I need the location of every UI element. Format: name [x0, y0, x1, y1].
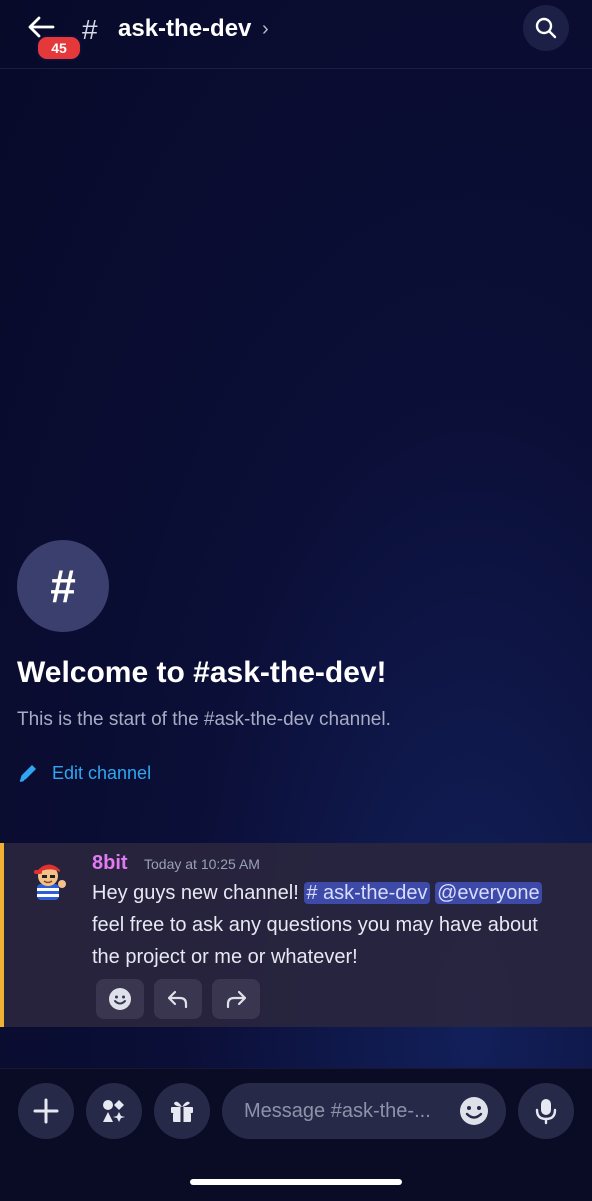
reply-button[interactable]: [154, 979, 202, 1019]
channel-header: 45 # ask-the-dev ›: [0, 0, 592, 69]
plus-icon: [33, 1098, 59, 1124]
message-content: Hey guys new channel! # ask-the-dev @eve…: [92, 877, 562, 973]
message-input-placeholder: Message #ask-the-...: [244, 1100, 431, 1122]
add-reaction-icon: [109, 988, 131, 1010]
microphone-icon: [535, 1099, 557, 1125]
voice-message-button[interactable]: [518, 1083, 574, 1139]
welcome-subtitle: This is the start of the #ask-the-dev ch…: [17, 709, 391, 730]
hash-icon: #: [50, 560, 76, 612]
reply-icon: [167, 990, 188, 1009]
channel-title[interactable]: ask-the-dev: [118, 15, 251, 43]
message-input[interactable]: Message #ask-the-...: [222, 1083, 506, 1139]
channel-mention[interactable]: # ask-the-dev: [304, 882, 430, 904]
forward-button[interactable]: [212, 979, 260, 1019]
gift-icon: [171, 1101, 193, 1122]
apps-icon: [103, 1100, 125, 1122]
unread-badge: 45: [36, 35, 82, 61]
avatar[interactable]: [24, 856, 72, 904]
add-attachment-button[interactable]: [18, 1083, 74, 1139]
channel-hash-icon: #: [82, 14, 98, 45]
user-mention[interactable]: @everyone: [435, 882, 542, 904]
add-reaction-button[interactable]: [96, 979, 144, 1019]
message-author[interactable]: 8bit: [92, 852, 128, 875]
message-timestamp: Today at 10:25 AM: [144, 856, 260, 872]
pencil-icon: [19, 765, 36, 782]
search-icon: [535, 17, 557, 39]
welcome-title: Welcome to #ask-the-dev!: [17, 656, 387, 689]
emoji-icon[interactable]: [458, 1095, 490, 1127]
gift-button[interactable]: [154, 1083, 210, 1139]
channel-icon: #: [17, 540, 109, 632]
message-item[interactable]: 8bit Today at 10:25 AM Hey guys new chan…: [0, 843, 592, 1027]
home-indicator: [190, 1179, 402, 1185]
message-composer: Message #ask-the-...: [0, 1068, 592, 1201]
forward-icon: [226, 990, 247, 1009]
apps-button[interactable]: [86, 1083, 142, 1139]
message-text: Hey guys new channel!: [92, 882, 305, 904]
search-button[interactable]: [523, 5, 569, 51]
chevron-right-icon[interactable]: ›: [262, 18, 269, 41]
message-text: feel free to ask any questions you may h…: [92, 914, 538, 968]
edit-channel-label[interactable]: Edit channel: [52, 763, 151, 784]
